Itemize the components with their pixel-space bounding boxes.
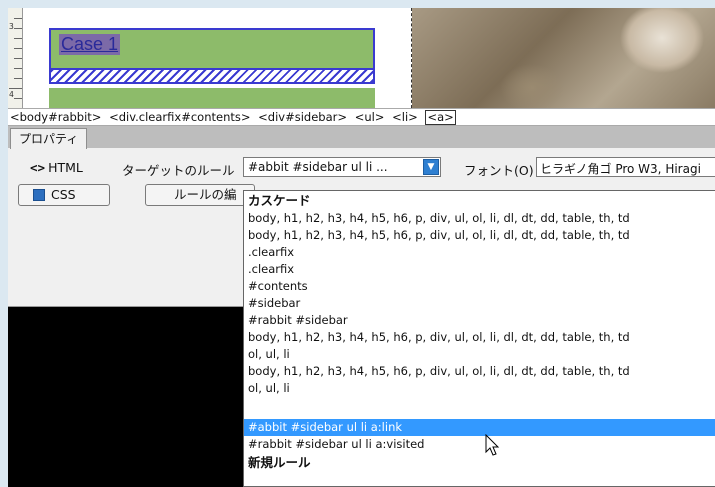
tag-div-contents[interactable]: <div.clearfix#contents>: [109, 109, 250, 125]
dropdown-item[interactable]: body, h1, h2, h3, h4, h5, h6, p, div, ul…: [244, 329, 715, 346]
panel-tab-strip: プロパティ: [8, 126, 715, 149]
font-select[interactable]: ヒラギノ角ゴ Pro W3, Hiragi: [536, 157, 715, 177]
dropdown-item[interactable]: ol, ul, li: [244, 380, 715, 397]
vertical-ruler: 3 4: [8, 8, 23, 108]
html-mode-button[interactable]: <> HTML: [30, 160, 83, 175]
rabbit-photo: [412, 8, 715, 108]
tab-properties[interactable]: プロパティ: [10, 128, 88, 149]
font-value: ヒラギノ角ゴ Pro W3, Hiragi: [540, 162, 701, 176]
case-label[interactable]: Case 1: [59, 34, 121, 55]
tag-li[interactable]: <li>: [392, 109, 418, 125]
dropdown-item-selected[interactable]: #abbit #sidebar ul li a:link: [244, 419, 715, 436]
css-mode-button[interactable]: CSS: [18, 184, 110, 206]
target-rule-label: ターゲットのルール: [122, 163, 235, 178]
ruler-number: 3: [9, 22, 14, 31]
tag-body[interactable]: <body#rabbit>: [10, 109, 101, 125]
html-button-label: HTML: [48, 160, 83, 175]
dropdown-item[interactable]: body, h1, h2, h3, h4, h5, h6, p, div, ul…: [244, 210, 715, 227]
case-box[interactable]: Case 1: [49, 28, 375, 70]
mouse-cursor-icon: [485, 434, 500, 456]
ruler-number: 4: [9, 90, 14, 99]
selected-element-hatch: [49, 70, 375, 84]
dropdown-item[interactable]: .clearfix: [244, 244, 715, 261]
edit-rule-button[interactable]: ルールの編: [145, 184, 255, 206]
dropdown-item[interactable]: body, h1, h2, h3, h4, h5, h6, p, div, ul…: [244, 227, 715, 244]
target-rule-dropdown[interactable]: カスケード body, h1, h2, h3, h4, h5, h6, p, d…: [243, 190, 715, 487]
next-case-box[interactable]: [49, 88, 375, 108]
tag-selector-bar: <body#rabbit> <div.clearfix#contents> <d…: [8, 108, 715, 126]
dropdown-item[interactable]: body, h1, h2, h3, h4, h5, h6, p, div, ul…: [244, 363, 715, 380]
chevron-down-icon[interactable]: ▼: [423, 159, 439, 175]
css-button-label: CSS: [51, 187, 76, 202]
target-rule-select[interactable]: #abbit #sidebar ul li ... ▼: [243, 157, 441, 177]
tag-ul[interactable]: <ul>: [355, 109, 385, 125]
dropdown-item[interactable]: .clearfix: [244, 261, 715, 278]
dropdown-item[interactable]: #sidebar: [244, 295, 715, 312]
target-rule-value: #abbit #sidebar ul li ...: [248, 160, 388, 174]
tag-a[interactable]: <a>: [425, 110, 456, 125]
code-icon: <>: [30, 160, 46, 175]
dreamweaver-window: 3 4 Case 1 <body#rabbit> <div.clearfix#c…: [8, 8, 715, 487]
dropdown-item[interactable]: #rabbit #sidebar: [244, 312, 715, 329]
design-canvas[interactable]: Case 1: [23, 8, 424, 108]
tag-div-sidebar[interactable]: <div#sidebar>: [258, 109, 347, 125]
dropdown-header-cascade: カスケード: [248, 193, 311, 208]
dropdown-item[interactable]: #contents: [244, 278, 715, 295]
font-label: フォント(O): [464, 163, 534, 178]
css-icon: [33, 189, 45, 201]
dropdown-item[interactable]: #rabbit #sidebar ul li a:visited: [244, 436, 715, 453]
design-view: 3 4 Case 1: [8, 8, 715, 108]
dropdown-header-new-rule: 新規ルール: [248, 455, 311, 470]
dropdown-item[interactable]: ol, ul, li: [244, 346, 715, 363]
